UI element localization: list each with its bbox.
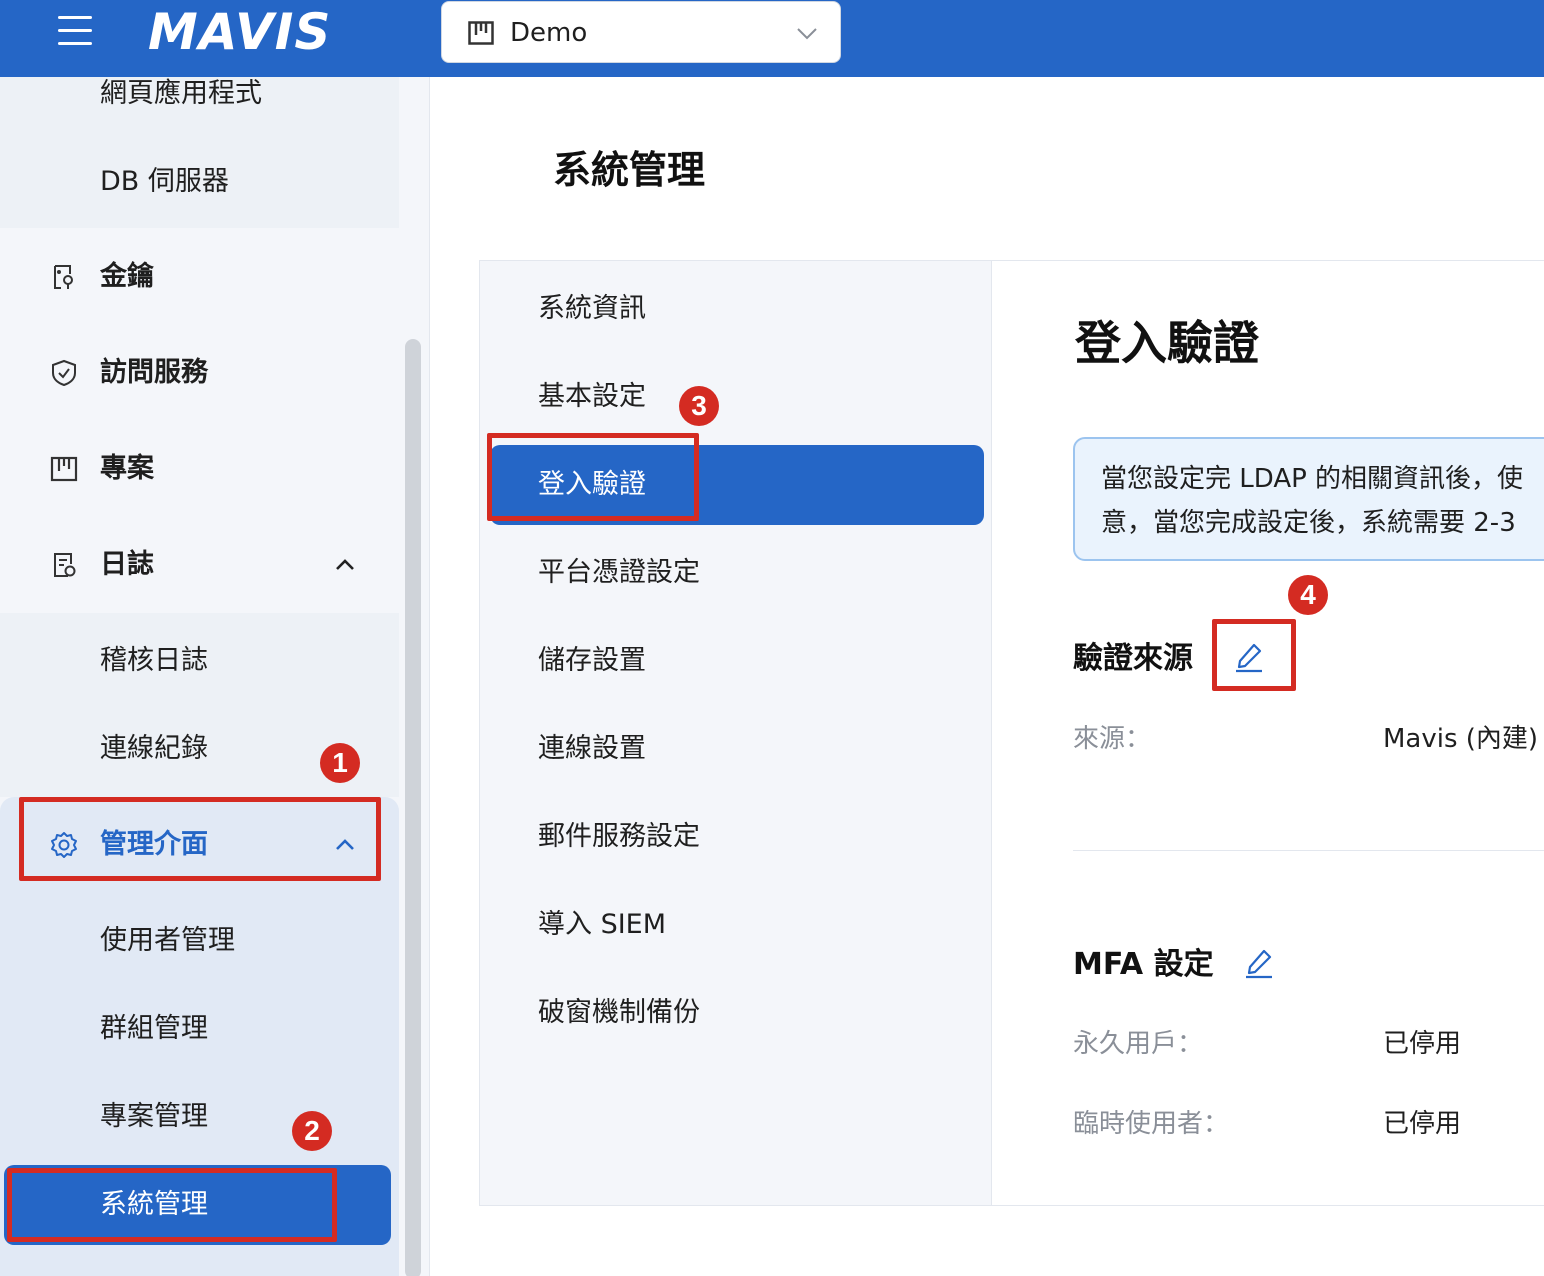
settings-subnav: 系統資訊 基本設定 登入驗證 平台憑證設定 儲存設置 連線設置 郵件服務設定 導… [480, 261, 992, 1205]
login-auth-content: 登入驗證 當您設定完 LDAP 的相關資訊後，使 意，當您完成設定後，系統需要 … [993, 261, 1544, 1205]
project-select-value: Demo [510, 18, 588, 48]
sidebar-item-db-servers[interactable]: DB 伺服器 [0, 138, 399, 226]
annotation-badge-1: 1 [320, 743, 360, 783]
subnav-item-basic-settings[interactable]: 基本設定 [480, 357, 992, 437]
sidebar-item-label: 管理介面 [100, 829, 208, 860]
sidebar-item-label: 稽核日誌 [100, 645, 208, 676]
sidebar-item-label: 使用者管理 [100, 925, 235, 956]
subnav-item-label: 系統資訊 [538, 293, 646, 324]
project-icon [50, 456, 78, 482]
project-icon [468, 21, 494, 45]
mfa-permanent-key: 永久用戶： [1073, 1029, 1204, 1059]
page-title: 系統管理 [553, 148, 706, 192]
edit-mfa-icon[interactable] [1243, 947, 1275, 979]
settings-panel: 系統資訊 基本設定 登入驗證 平台憑證設定 儲存設置 連線設置 郵件服務設定 導… [479, 260, 1544, 1206]
sidebar-item-admin-interface[interactable]: 管理介面 [0, 801, 399, 889]
annotation-badge-3: 3 [679, 386, 719, 426]
edit-auth-source-icon[interactable] [1233, 641, 1265, 673]
gear-icon [51, 832, 77, 858]
chevron-up-icon [336, 839, 354, 850]
project-select[interactable]: Demo [441, 1, 841, 63]
subnav-item-platform-cert[interactable]: 平台憑證設定 [480, 533, 992, 613]
subnav-item-breakglass-backup[interactable]: 破窗機制備份 [480, 973, 992, 1053]
sidebar-item-project-management[interactable]: 專案管理 [0, 1073, 399, 1161]
info-alert-line: 意，當您完成設定後，系統需要 2-3 [1101, 508, 1516, 538]
sidebar-item-access-services[interactable]: 訪問服務 [0, 329, 399, 417]
subnav-item-system-info[interactable]: 系統資訊 [480, 269, 992, 349]
mfa-permanent-value: 已停用 [1383, 1029, 1462, 1059]
key-icon [54, 265, 73, 289]
sidebar-item-label: 群組管理 [100, 1013, 208, 1044]
sidebar-item-label: 訪問服務 [100, 357, 208, 388]
subnav-item-login-auth[interactable]: 登入驗證 [490, 445, 984, 525]
subnav-item-label: 連線設置 [538, 733, 646, 764]
subnav-item-siem[interactable]: 導入 SIEM [480, 885, 992, 965]
chevron-up-icon [336, 559, 354, 570]
subnav-item-label: 儲存設置 [538, 645, 646, 676]
info-alert: 當您設定完 LDAP 的相關資訊後，使 意，當您完成設定後，系統需要 2-3 [1073, 437, 1544, 561]
shield-icon [52, 359, 76, 387]
sidebar-item-label: 日誌 [100, 549, 154, 580]
auth-source-key: 來源： [1073, 724, 1152, 754]
mfa-temp-value: 已停用 [1383, 1109, 1462, 1139]
chevron-down-icon [797, 28, 817, 40]
subnav-item-connection[interactable]: 連線設置 [480, 709, 992, 789]
info-alert-line: 當您設定完 LDAP 的相關資訊後，使 [1101, 464, 1524, 494]
sidebar-item-system-management[interactable]: 系統管理 [4, 1165, 391, 1245]
sidebar-item-group-management[interactable]: 群組管理 [0, 985, 399, 1073]
sidebar-item-user-management[interactable]: 使用者管理 [0, 897, 399, 985]
sidebar-item-keys[interactable]: 金鑰 [0, 233, 399, 321]
log-icon [54, 553, 76, 577]
menu-icon[interactable] [58, 14, 92, 48]
subnav-item-label: 登入驗證 [538, 469, 646, 500]
sidebar-item-label: 專案管理 [100, 1101, 208, 1132]
sidebar-item-label: 金鑰 [100, 261, 154, 292]
sidebar-item-logs[interactable]: 日誌 [0, 521, 399, 609]
subnav-item-label: 破窗機制備份 [538, 997, 700, 1028]
sidebar-scrollbar[interactable] [405, 339, 421, 1276]
mfa-temp-key: 臨時使用者： [1073, 1109, 1230, 1139]
sidebar-item-label: 連線紀錄 [100, 733, 208, 764]
subnav-item-label: 郵件服務設定 [538, 821, 700, 852]
auth-source-heading: 驗證來源 [1073, 641, 1193, 676]
sidebar-item-label: 系統管理 [100, 1189, 208, 1220]
auth-source-value: Mavis (內建) [1383, 724, 1539, 754]
sidebar-item-label: 網頁應用程式 [100, 78, 262, 109]
section-title: 登入驗證 [1075, 316, 1259, 370]
mfa-heading: MFA 設定 [1073, 947, 1214, 982]
annotation-badge-4: 4 [1288, 575, 1328, 615]
subnav-item-label: 導入 SIEM [538, 909, 667, 940]
sidebar-item-label: 專案 [100, 453, 154, 484]
sidebar-item-label: DB 伺服器 [100, 166, 229, 197]
subnav-item-label: 基本設定 [538, 381, 646, 412]
annotation-badge-2: 2 [292, 1111, 332, 1151]
subnav-item-mail-service[interactable]: 郵件服務設定 [480, 797, 992, 877]
sidebar-item-audit-logs[interactable]: 稽核日誌 [0, 617, 399, 705]
sidebar: 網頁應用程式 DB 伺服器 金鑰 訪問服務 專案 日誌 稽核日誌 連線紀錄 管理… [0, 77, 430, 1276]
section-divider [1073, 850, 1544, 851]
subnav-item-label: 平台憑證設定 [538, 557, 700, 588]
sidebar-item-web-apps[interactable]: 網頁應用程式 [0, 50, 399, 138]
sidebar-item-projects[interactable]: 專案 [0, 425, 399, 513]
subnav-item-storage[interactable]: 儲存設置 [480, 621, 992, 701]
